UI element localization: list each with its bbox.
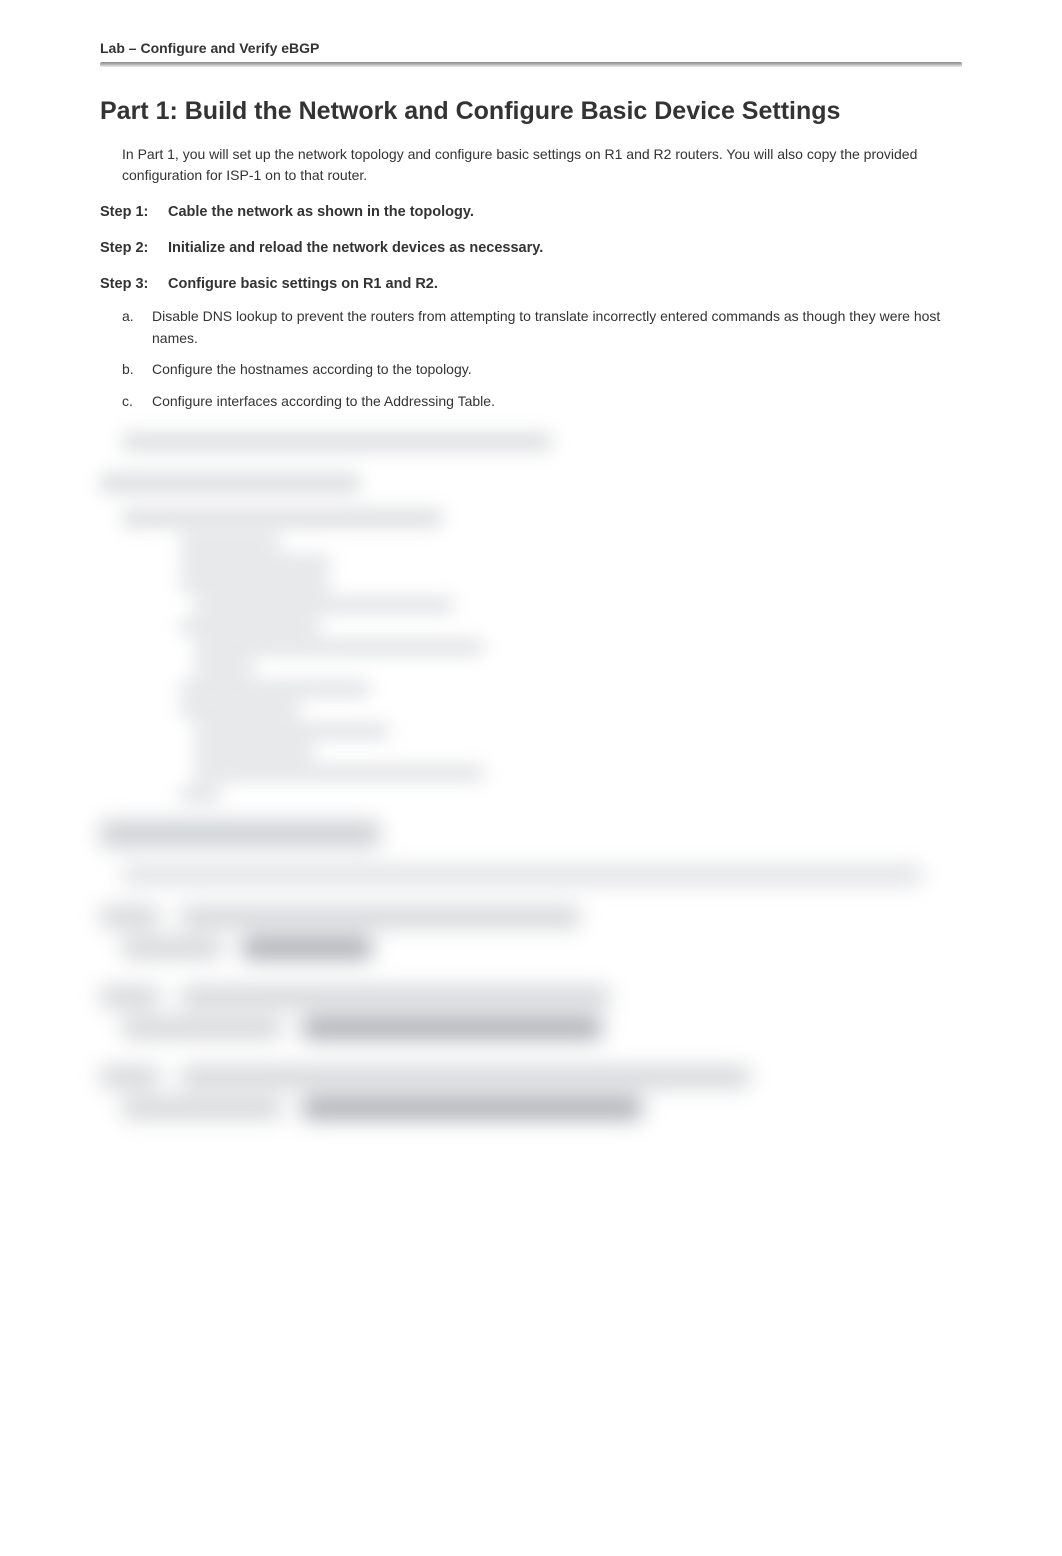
- blurred-part2: [100, 821, 962, 1119]
- step2-num: Step 2:: [100, 240, 168, 256]
- step-3: Step 3: Configure basic settings on R1 a…: [100, 276, 962, 413]
- step-2: Step 2: Initialize and reload the networ…: [100, 240, 962, 256]
- list-item: a. Disable DNS lookup to prevent the rou…: [122, 306, 962, 349]
- list-item: b. Configure the hostnames according to …: [122, 359, 962, 381]
- list-letter-b: b.: [122, 359, 152, 381]
- step-1: Step 1: Cable the network as shown in th…: [100, 204, 962, 220]
- list-text-a: Disable DNS lookup to prevent the router…: [152, 306, 962, 349]
- list-item: c. Configure interfaces according to the…: [122, 391, 962, 413]
- step3-num: Step 3:: [100, 276, 168, 292]
- step3-title: Configure basic settings on R1 and R2.: [168, 276, 962, 292]
- part1-intro: In Part 1, you will set up the network t…: [122, 144, 962, 186]
- lab-header: Lab – Configure and Verify eBGP: [100, 40, 962, 56]
- list-text-b: Configure the hostnames according to the…: [152, 359, 962, 381]
- step1-num: Step 1:: [100, 204, 168, 220]
- header-divider: [100, 62, 962, 67]
- step2-title: Initialize and reload the network device…: [168, 240, 962, 256]
- list-text-c: Configure interfaces according to the Ad…: [152, 391, 962, 413]
- step1-title: Cable the network as shown in the topolo…: [168, 204, 962, 220]
- step3-list: a. Disable DNS lookup to prevent the rou…: [122, 306, 962, 413]
- list-letter-a: a.: [122, 306, 152, 349]
- blurred-preview: [122, 433, 962, 801]
- list-letter-c: c.: [122, 391, 152, 413]
- part1-title: Part 1: Build the Network and Configure …: [100, 97, 962, 126]
